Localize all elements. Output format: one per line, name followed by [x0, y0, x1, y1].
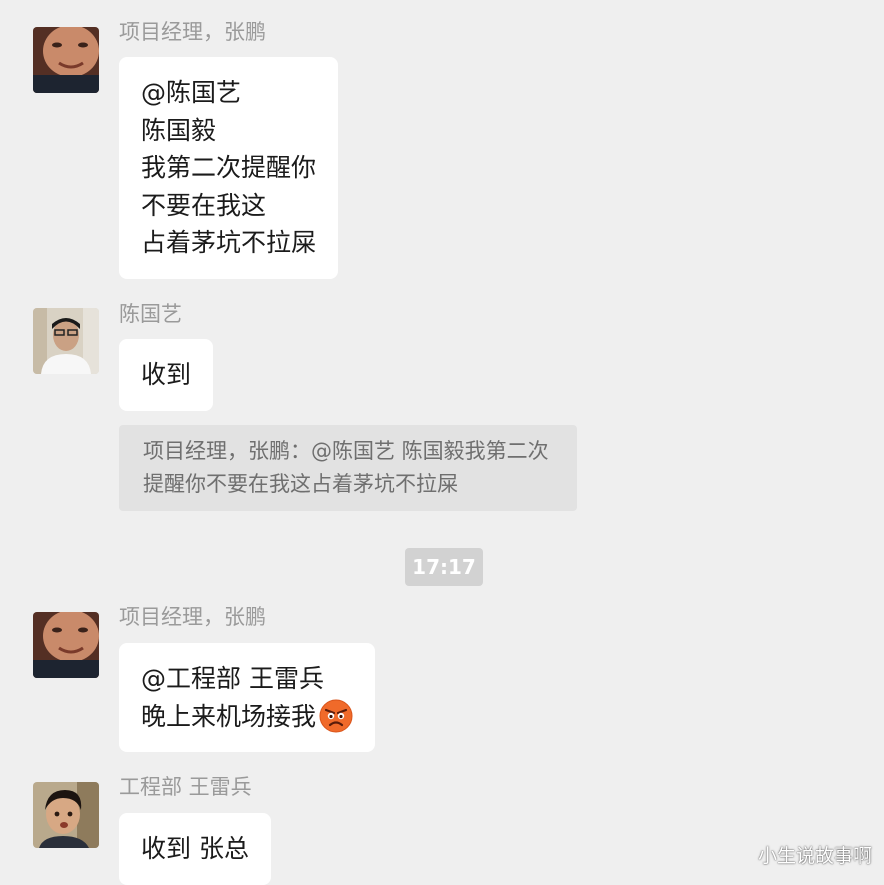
angry-face-icon [319, 699, 353, 732]
message-text: 收到 [141, 360, 192, 389]
chat-window: 项目经理，张鹏 @陈国艺 陈国毅 我第二次提醒你 不要在我这 占着茅坑不拉屎 陈… [0, 0, 884, 885]
avatar[interactable] [33, 308, 99, 374]
message-bubble[interactable]: @陈国艺 陈国毅 我第二次提醒你 不要在我这 占着茅坑不拉屎 [119, 57, 339, 279]
sender-name: 项目经理，张鹏 [119, 605, 266, 629]
avatar[interactable] [33, 782, 99, 848]
sender-name: 陈国艺 [119, 302, 182, 326]
message-text: 晚上来机场接我 [141, 701, 317, 731]
quoted-message[interactable]: 项目经理，张鹏：@陈国艺 陈国毅我第二次提醒你不要在我这占着茅坑不拉屎 [119, 425, 577, 511]
message-text: 我第二次提醒你 [141, 153, 317, 182]
sender-name: 项目经理，张鹏 [119, 20, 266, 44]
sender-name: 工程部 王雷兵 [119, 775, 252, 799]
timestamp: 17:17 [405, 548, 483, 586]
message-bubble[interactable]: 收到 张总 [119, 813, 271, 885]
message-bubble[interactable]: @工程部 王雷兵 晚上来机场接我 [119, 643, 376, 752]
avatar[interactable] [33, 612, 99, 678]
message-bubble[interactable]: 收到 [119, 339, 214, 411]
message-text: 不要在我这 [141, 190, 267, 220]
message-text-line: 晚上来机场接我 [141, 698, 353, 736]
message-text: 陈国毅 [141, 115, 217, 145]
message-text: @工程部 王雷兵 [141, 664, 324, 693]
watermark: 小生说故事啊 [757, 845, 872, 867]
message-text: 占着茅坑不拉屎 [141, 228, 317, 257]
message-text: 收到 张总 [141, 834, 249, 863]
message-text: @陈国艺 [141, 78, 242, 107]
avatar[interactable] [33, 27, 99, 93]
